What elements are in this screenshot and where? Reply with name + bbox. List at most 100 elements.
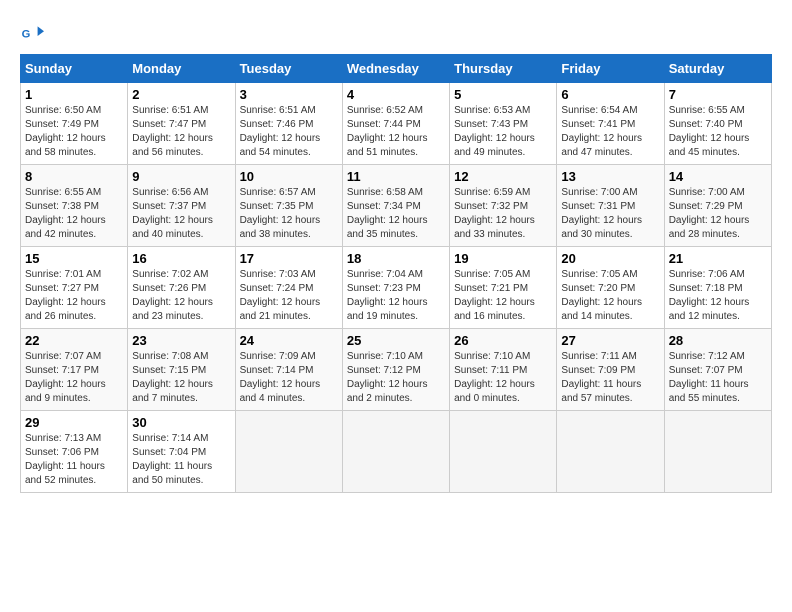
calendar-cell: 26 Sunrise: 7:10 AMSunset: 7:11 PMDayligh… [450, 329, 557, 411]
day-number: 23 [132, 333, 230, 348]
calendar-cell: 27 Sunrise: 7:11 AMSunset: 7:09 PMDayligh… [557, 329, 664, 411]
calendar-header-row: SundayMondayTuesdayWednesdayThursdayFrid… [21, 55, 772, 83]
day-info: Sunrise: 7:04 AMSunset: 7:23 PMDaylight:… [347, 268, 445, 324]
day-info: Sunrise: 6:51 AMSunset: 7:47 PMDaylight:… [132, 104, 230, 160]
calendar-cell: 24Sunrise: 7:09 AMSunset: 7:14 PMDayligh… [235, 329, 342, 411]
day-info: Sunrise: 6:57 AMSunset: 7:35 PMDaylight:… [240, 186, 338, 242]
weekday-header: Sunday [21, 55, 128, 83]
day-info: Sunrise: 6:51 AMSunset: 7:46 PMDaylight:… [240, 104, 338, 160]
day-number: 6 [561, 87, 659, 102]
day-number: 16 [132, 251, 230, 266]
day-number: 5 [454, 87, 552, 102]
weekday-header: Wednesday [342, 55, 449, 83]
day-info: Sunrise: 6:55 AMSunset: 7:38 PMDaylight:… [25, 186, 123, 242]
calendar-cell: 8 Sunrise: 6:55 AMSunset: 7:38 PMDaylight… [21, 165, 128, 247]
day-number: 8 [25, 169, 123, 184]
day-info: Sunrise: 7:13 AMSunset: 7:06 PMDaylight:… [25, 432, 123, 488]
calendar-cell: 19 Sunrise: 7:05 AMSunset: 7:21 PMDayligh… [450, 247, 557, 329]
calendar-cell: 5 Sunrise: 6:53 AMSunset: 7:43 PMDaylight… [450, 83, 557, 165]
logo-icon: G [20, 20, 44, 44]
day-info: Sunrise: 7:00 AMSunset: 7:29 PMDaylight:… [669, 186, 767, 242]
day-number: 3 [240, 87, 338, 102]
weekday-header: Tuesday [235, 55, 342, 83]
day-info: Sunrise: 7:11 AMSunset: 7:09 PMDaylight:… [561, 350, 659, 406]
calendar-cell: 25 Sunrise: 7:10 AMSunset: 7:12 PMDayligh… [342, 329, 449, 411]
calendar-cell: 10 Sunrise: 6:57 AMSunset: 7:35 PMDayligh… [235, 165, 342, 247]
calendar-cell [235, 411, 342, 493]
calendar-cell [342, 411, 449, 493]
day-info: Sunrise: 7:14 AMSunset: 7:04 PMDaylight:… [132, 432, 230, 488]
logo: G [20, 20, 48, 44]
page-header: G [20, 20, 772, 44]
calendar-cell: 20Sunrise: 7:05 AMSunset: 7:20 PMDayligh… [557, 247, 664, 329]
day-number: 17 [240, 251, 338, 266]
calendar-table: SundayMondayTuesdayWednesdayThursdayFrid… [20, 54, 772, 493]
day-info: Sunrise: 7:01 AMSunset: 7:27 PMDaylight:… [25, 268, 123, 324]
day-number: 11 [347, 169, 445, 184]
day-info: Sunrise: 7:00 AMSunset: 7:31 PMDaylight:… [561, 186, 659, 242]
day-info: Sunrise: 6:52 AMSunset: 7:44 PMDaylight:… [347, 104, 445, 160]
day-info: Sunrise: 7:10 AMSunset: 7:11 PMDaylight:… [454, 350, 552, 406]
day-info: Sunrise: 6:54 AMSunset: 7:41 PMDaylight:… [561, 104, 659, 160]
calendar-cell: 28 Sunrise: 7:12 AMSunset: 7:07 PMDayligh… [664, 329, 771, 411]
day-info: Sunrise: 7:06 AMSunset: 7:18 PMDaylight:… [669, 268, 767, 324]
day-number: 21 [669, 251, 767, 266]
calendar-cell: 3 Sunrise: 6:51 AMSunset: 7:46 PMDaylight… [235, 83, 342, 165]
weekday-header: Monday [128, 55, 235, 83]
day-info: Sunrise: 6:56 AMSunset: 7:37 PMDaylight:… [132, 186, 230, 242]
calendar-cell: 22 Sunrise: 7:07 AMSunset: 7:17 PMDayligh… [21, 329, 128, 411]
day-number: 26 [454, 333, 552, 348]
calendar-week-row: 22 Sunrise: 7:07 AMSunset: 7:17 PMDayligh… [21, 329, 772, 411]
day-info: Sunrise: 7:10 AMSunset: 7:12 PMDaylight:… [347, 350, 445, 406]
calendar-cell: 13 Sunrise: 7:00 AMSunset: 7:31 PMDayligh… [557, 165, 664, 247]
day-info: Sunrise: 6:55 AMSunset: 7:40 PMDaylight:… [669, 104, 767, 160]
calendar-cell: 9 Sunrise: 6:56 AMSunset: 7:37 PMDaylight… [128, 165, 235, 247]
day-number: 10 [240, 169, 338, 184]
day-info: Sunrise: 6:53 AMSunset: 7:43 PMDaylight:… [454, 104, 552, 160]
day-number: 22 [25, 333, 123, 348]
calendar-cell: 11 Sunrise: 6:58 AMSunset: 7:34 PMDayligh… [342, 165, 449, 247]
weekday-header: Friday [557, 55, 664, 83]
calendar-cell: 6 Sunrise: 6:54 AMSunset: 7:41 PMDaylight… [557, 83, 664, 165]
calendar-cell: 23Sunrise: 7:08 AMSunset: 7:15 PMDayligh… [128, 329, 235, 411]
calendar-week-row: 1 Sunrise: 6:50 AMSunset: 7:49 PMDaylight… [21, 83, 772, 165]
day-number: 1 [25, 87, 123, 102]
calendar-week-row: 29 Sunrise: 7:13 AMSunset: 7:06 PMDayligh… [21, 411, 772, 493]
day-info: Sunrise: 6:50 AMSunset: 7:49 PMDaylight:… [25, 104, 123, 160]
calendar-cell: 7 Sunrise: 6:55 AMSunset: 7:40 PMDaylight… [664, 83, 771, 165]
day-info: Sunrise: 7:09 AMSunset: 7:14 PMDaylight:… [240, 350, 338, 406]
day-number: 19 [454, 251, 552, 266]
day-number: 13 [561, 169, 659, 184]
day-info: Sunrise: 7:07 AMSunset: 7:17 PMDaylight:… [25, 350, 123, 406]
calendar-cell: 1 Sunrise: 6:50 AMSunset: 7:49 PMDaylight… [21, 83, 128, 165]
weekday-header: Thursday [450, 55, 557, 83]
day-info: Sunrise: 7:12 AMSunset: 7:07 PMDaylight:… [669, 350, 767, 406]
calendar-cell [557, 411, 664, 493]
day-number: 9 [132, 169, 230, 184]
day-number: 12 [454, 169, 552, 184]
day-number: 28 [669, 333, 767, 348]
day-number: 7 [669, 87, 767, 102]
calendar-cell: 17 Sunrise: 7:03 AMSunset: 7:24 PMDayligh… [235, 247, 342, 329]
day-number: 18 [347, 251, 445, 266]
calendar-week-row: 8 Sunrise: 6:55 AMSunset: 7:38 PMDaylight… [21, 165, 772, 247]
day-number: 20 [561, 251, 659, 266]
day-number: 29 [25, 415, 123, 430]
day-number: 15 [25, 251, 123, 266]
calendar-cell [450, 411, 557, 493]
day-info: Sunrise: 6:59 AMSunset: 7:32 PMDaylight:… [454, 186, 552, 242]
calendar-cell: 12 Sunrise: 6:59 AMSunset: 7:32 PMDayligh… [450, 165, 557, 247]
calendar-cell [664, 411, 771, 493]
day-number: 27 [561, 333, 659, 348]
day-info: Sunrise: 7:05 AMSunset: 7:21 PMDaylight:… [454, 268, 552, 324]
day-number: 25 [347, 333, 445, 348]
day-info: Sunrise: 6:58 AMSunset: 7:34 PMDaylight:… [347, 186, 445, 242]
calendar-week-row: 15 Sunrise: 7:01 AMSunset: 7:27 PMDayligh… [21, 247, 772, 329]
calendar-cell: 4 Sunrise: 6:52 AMSunset: 7:44 PMDaylight… [342, 83, 449, 165]
calendar-cell: 21 Sunrise: 7:06 AMSunset: 7:18 PMDayligh… [664, 247, 771, 329]
day-number: 30 [132, 415, 230, 430]
day-number: 4 [347, 87, 445, 102]
calendar-cell: 14Sunrise: 7:00 AMSunset: 7:29 PMDayligh… [664, 165, 771, 247]
svg-text:G: G [22, 29, 31, 41]
day-info: Sunrise: 7:03 AMSunset: 7:24 PMDaylight:… [240, 268, 338, 324]
